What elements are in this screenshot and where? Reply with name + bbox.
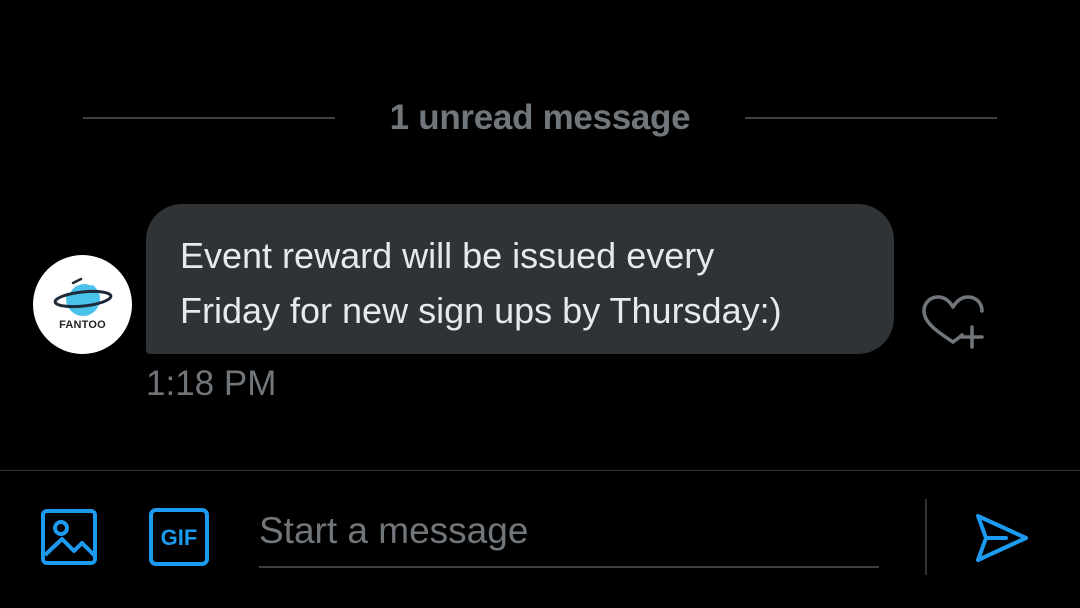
image-icon[interactable] (40, 508, 98, 566)
avatar-brand-text: FANTOO (59, 319, 106, 331)
planet-logo-icon (53, 277, 113, 316)
divider-line-right (745, 117, 997, 119)
heart-plus-icon[interactable] (918, 292, 988, 352)
gif-label: GIF (161, 525, 198, 550)
unread-divider: 1 unread message (0, 96, 1080, 140)
sender-avatar[interactable]: FANTOO (33, 255, 132, 354)
divider-line-left (83, 117, 335, 119)
message-timestamp: 1:18 PM (146, 364, 277, 403)
composer-divider (0, 470, 1080, 471)
send-icon[interactable] (972, 508, 1032, 568)
gif-button[interactable]: GIF (149, 508, 209, 566)
composer-separator (925, 499, 927, 575)
unread-count-label: 1 unread message (389, 98, 691, 137)
message-input[interactable] (259, 496, 879, 568)
message-bubble[interactable]: Event reward will be issued every Friday… (146, 204, 894, 354)
